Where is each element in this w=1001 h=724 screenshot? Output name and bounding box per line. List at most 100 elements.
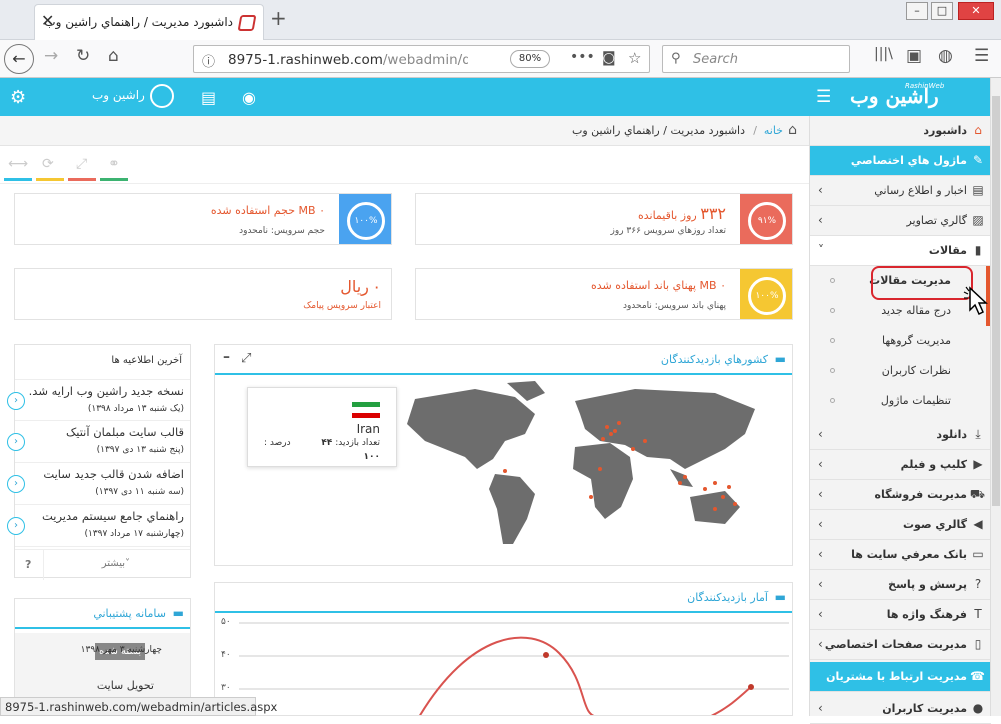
announcement-item[interactable]: نسخه جديد راشين وب ارايه شد. (يک شنبه ۱۳… (7, 379, 190, 421)
announcement-date: (چهارشنبه ۱۷ مرداد ۱۳۹۷) (84, 529, 184, 539)
disk-value: ۰ MB حجم استفاده شده (210, 204, 325, 217)
sidebar-item-video[interactable]: ▶ کليپ و فيلم › (810, 450, 991, 480)
username[interactable]: راشين وب (92, 88, 145, 102)
announcement-date: (پنج شنبه ۱۳ دی ۱۳۹۷) (96, 445, 184, 455)
page-toolbar: ⟷ ⟳ ⤢ ⚭ (0, 146, 809, 184)
forward-icon[interactable]: → (44, 46, 58, 66)
globe-icon[interactable]: ◍ (938, 46, 953, 66)
browser-tab[interactable]: داشبورد مدیریت / راهنماي راشين وب ✕ (34, 4, 264, 40)
scrollbar-thumb[interactable] (992, 96, 1000, 506)
announcement-title[interactable]: قالب سايت مبلمان آنتيک (66, 425, 184, 439)
url-bar[interactable]: ⓘ 8975-1.rashinweb.com/webadmin/defa 80%… (193, 45, 650, 73)
disk-sub: حجم سرويس: نامحدود (239, 226, 325, 236)
close-tab-icon[interactable]: ✕ (41, 11, 54, 30)
sidebar-item-crm[interactable]: ☎ مديريت ارتباط با مشتريان (810, 662, 991, 692)
sidebar-item-dashboard[interactable]: ⌂ داشبورد (810, 116, 991, 146)
sidebar-item-shop[interactable]: ⛟ مديريت فروشگاه › (810, 480, 991, 510)
home-browser-icon[interactable]: ⌂ (108, 46, 119, 66)
color-bar-green (100, 178, 128, 181)
days-card-icon-area: ۹۱% (740, 194, 792, 244)
y-tick: ۵۰ (221, 617, 231, 627)
monitor-icon: ▭ (972, 547, 984, 561)
chevron-left-icon: › (818, 637, 823, 651)
sidebar-subitem-comments[interactable]: نظرات کاربران (810, 356, 991, 386)
chevron-left-icon[interactable]: ‹ (7, 475, 25, 493)
sidebar-item-download[interactable]: ⤓ دانلود › (810, 420, 991, 450)
chevron-left-icon: › (818, 547, 823, 561)
sidebar-item-site-bank[interactable]: ▭ بانک معرفي سايت ها › (810, 540, 991, 570)
countries-map-panel: ▬ کشورهاي بازديدکنندگان ⤢ – Iran تعداد ب… (214, 344, 793, 566)
sidebar-item-gallery[interactable]: ▨ گالري تصاوير › (810, 206, 991, 236)
world-map[interactable] (385, 379, 785, 559)
sidebar-item-faq[interactable]: ? پرسش و پاسخ › (810, 570, 991, 600)
announcement-item[interactable]: اضافه شدن قالب جديد سايت (سه شنبه ۱۱ دی … (7, 463, 190, 505)
sidebar-menu-icon[interactable]: ☰ (816, 87, 831, 107)
new-tab-icon[interactable]: + (270, 6, 287, 30)
announcement-item[interactable]: راهنماي جامع سيستم مديريت (چهارشنبه ۱۷ م… (7, 505, 190, 547)
reload-icon[interactable]: ↻ (76, 46, 90, 66)
back-icon[interactable]: ← (4, 44, 34, 74)
sidebar-item-news[interactable]: ▤ اخبار و اطلاع رساني › (810, 176, 991, 206)
ticket-date: چهارشنبه ۳ مهر ۱۳۹۸ (80, 645, 162, 655)
chevron-left-icon: › (818, 213, 823, 227)
window-close-icon[interactable]: ✕ (958, 2, 994, 20)
fullscreen-icon[interactable]: ⤢ (76, 156, 87, 172)
user-avatar-icon[interactable] (150, 84, 174, 108)
sidebar-item-audio[interactable]: ◀ گالري صوت › (810, 510, 991, 540)
pocket-icon[interactable]: ◙ (602, 50, 616, 66)
zoom-level[interactable]: 80% (510, 50, 550, 68)
sidebar-subitem-groups[interactable]: مديريت گروهها (810, 326, 991, 356)
settings-gear-icon[interactable]: ⚙ (10, 87, 26, 108)
user-icon: ● (972, 701, 984, 715)
help-icon[interactable]: ? (25, 558, 31, 571)
more-icon[interactable]: ••• (570, 49, 595, 65)
website-globe-icon[interactable]: ◉ (242, 88, 256, 107)
messages-icon[interactable]: ▤ (201, 88, 216, 107)
disk-card-icon-area: ۱۰۰% (339, 194, 391, 244)
y-tick: ۳۰ (221, 683, 231, 693)
more-link[interactable]: ˅بيشتر (102, 558, 130, 569)
breadcrumb-home-icon[interactable]: ⌂ (788, 122, 797, 138)
info-icon[interactable]: ⓘ (202, 51, 215, 70)
stats-panel-title: آمار بازديدکنندگان (687, 591, 768, 604)
chevron-left-icon[interactable]: ‹ (7, 392, 25, 410)
tooltip-percent: ۱۰۰ (363, 452, 380, 462)
search-placeholder: Search (693, 52, 738, 67)
sidebar-item-custom-modules[interactable]: ✎ ماژول هاي اختصاصي (810, 146, 991, 176)
announcement-title[interactable]: راهنماي جامع سيستم مديريت (42, 509, 184, 523)
browser-search-box[interactable]: ⚲ Search (662, 45, 850, 73)
breadcrumb-home-link[interactable]: خانه (764, 124, 783, 137)
page-scrollbar[interactable] (990, 78, 1001, 716)
sidebar-toggle-icon[interactable]: ▣ (906, 46, 922, 66)
bookmark-star-icon[interactable]: ☆ (628, 49, 641, 67)
chevron-left-icon[interactable]: ‹ (7, 433, 25, 451)
minimize-icon[interactable]: – (906, 2, 928, 20)
library-icon[interactable]: |||\ (874, 46, 893, 62)
collapse-icon[interactable]: – (223, 349, 230, 365)
support-header: ▬ سامانه پشتيباني (15, 599, 190, 629)
resize-icon[interactable]: ⟷ (8, 156, 28, 172)
chevron-left-icon[interactable]: ‹ (7, 517, 25, 535)
sidebar-item-users[interactable]: ● مديريت کاربران › (810, 694, 991, 724)
expand-icon[interactable]: ⤢ (241, 351, 251, 366)
tooltip-visits: تعداد بازديد: ۴۴ (321, 438, 380, 448)
site-favicon-icon (237, 15, 257, 31)
announcement-title[interactable]: نسخه جديد راشين وب ارايه شد. (29, 384, 184, 398)
announcement-item[interactable]: قالب سايت مبلمان آنتيک (پنج شنبه ۱۳ دی ۱… (7, 421, 190, 463)
menu-icon[interactable]: ☰ (974, 46, 989, 66)
link-icon[interactable]: ⚭ (108, 156, 120, 172)
bullet-icon (830, 338, 835, 343)
refresh-icon[interactable]: ⟳ (42, 156, 54, 172)
bandwidth-ring: ۱۰۰% (748, 277, 786, 315)
maximize-icon[interactable]: □ (931, 2, 953, 20)
announcement-title[interactable]: اضافه شدن قالب جديد سايت (43, 467, 184, 481)
sidebar-item-articles[interactable]: ▮ مقالات ˅ (810, 236, 991, 266)
iran-flag-icon (352, 402, 380, 418)
sidebar-subitem-settings[interactable]: تنظيمات ماژول (810, 386, 991, 416)
sidebar-item-glossary[interactable]: T فرهنگ واژه ها › (810, 600, 991, 630)
mouse-cursor-icon (963, 286, 988, 316)
bandwidth-card: ۱۰۰% ۰ MB پهناي باند استفاده شده پهناي ب… (415, 268, 793, 320)
sidebar-item-custom-pages[interactable]: ▯ مديريت صفحات اختصاصي › (810, 630, 991, 660)
breadcrumb-separator: / (753, 124, 757, 137)
ticket-subject[interactable]: تحويل سايت (97, 679, 154, 692)
